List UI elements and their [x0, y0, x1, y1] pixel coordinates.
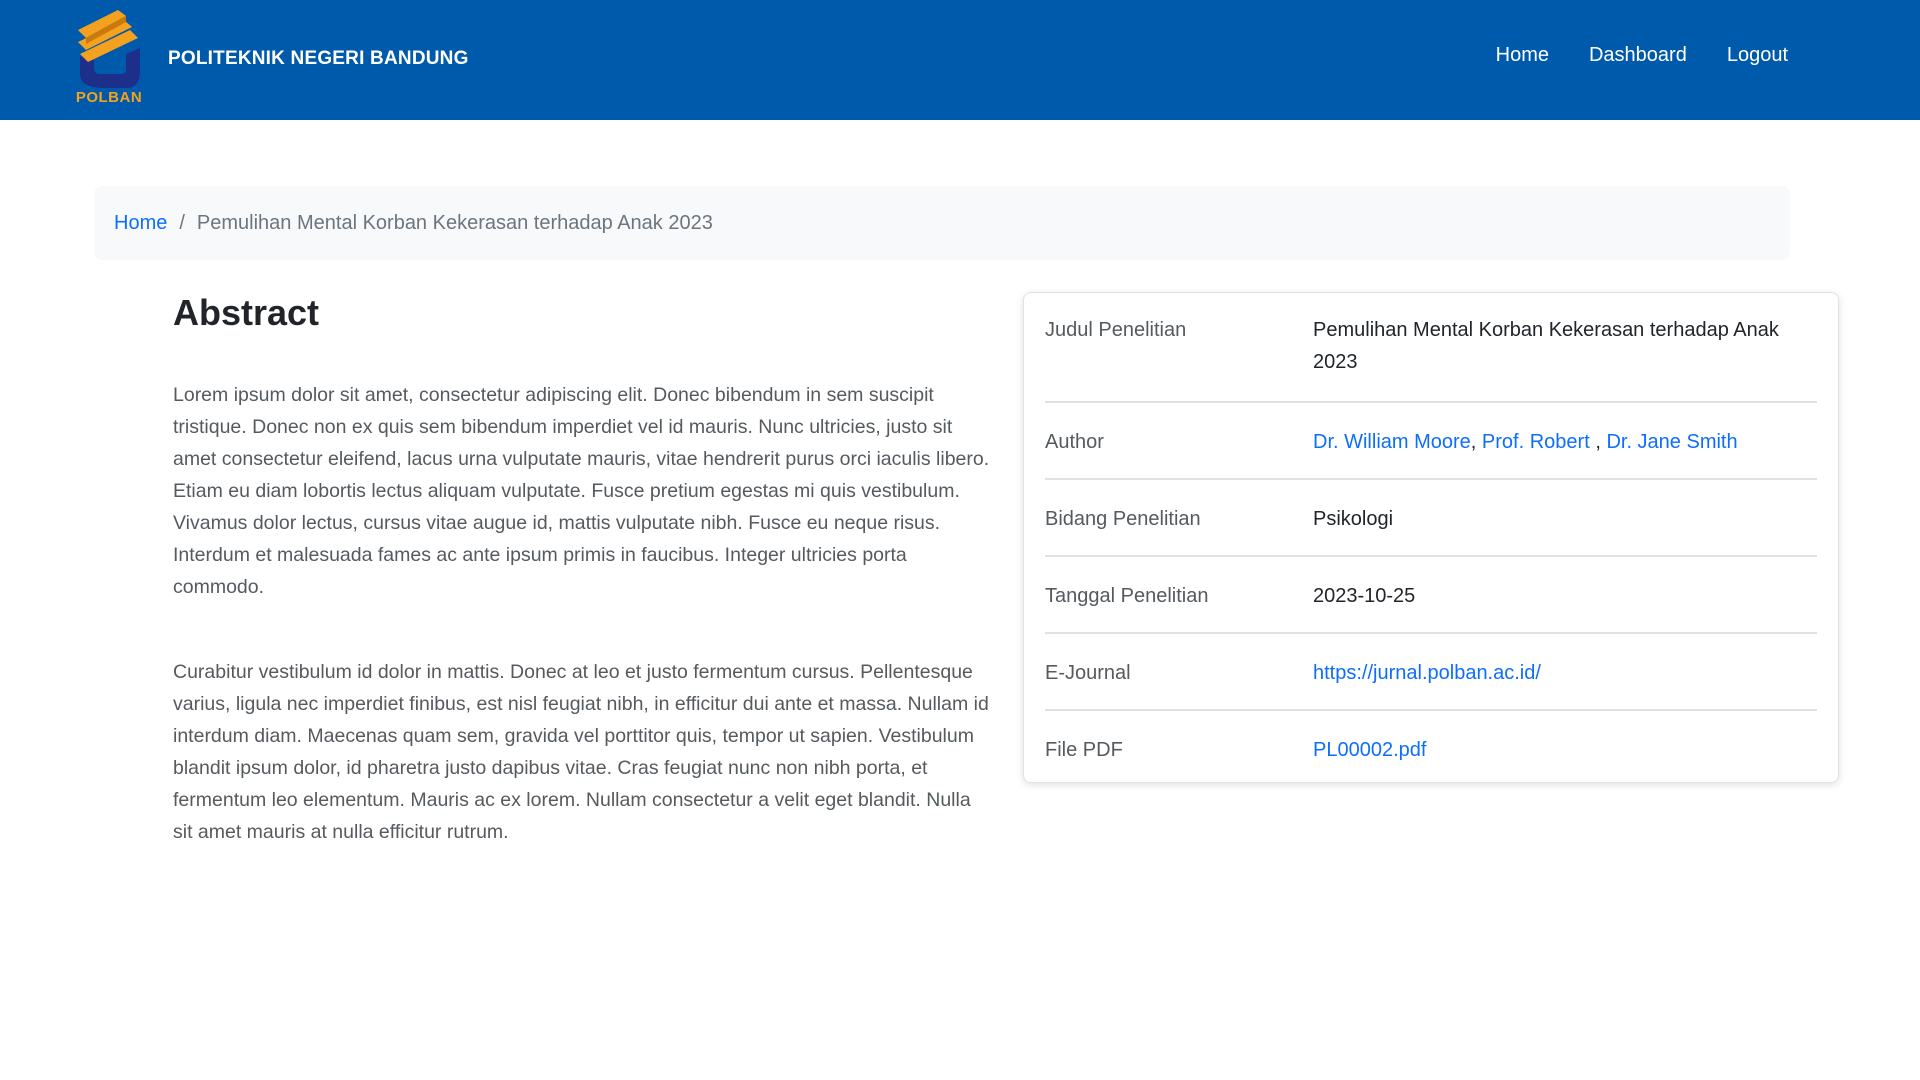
abstract-heading: Abstract: [173, 292, 320, 333]
breadcrumb-separator: /: [179, 211, 185, 234]
pdf-file-link[interactable]: PL00002.pdf: [1313, 739, 1426, 761]
nav-logout-link[interactable]: Logout: [1727, 44, 1788, 67]
breadcrumb: Home / Pemulihan Mental Korban Kekerasan…: [94, 186, 1790, 260]
polban-logo[interactable]: POLBAN: [74, 10, 144, 106]
detail-value-field: Psikologi: [1313, 508, 1394, 530]
detail-value-journal: https://jurnal.polban.ac.id/: [1313, 657, 1817, 689]
detail-label-field: Bidang Penelitian: [1045, 508, 1201, 530]
author-link-1[interactable]: Dr. William Moore: [1313, 431, 1471, 453]
detail-label-author: Author: [1045, 431, 1104, 453]
nav-home-link[interactable]: Home: [1496, 44, 1549, 67]
author-link-3[interactable]: Dr. Jane Smith: [1606, 431, 1737, 453]
detail-label-pdf: File PDF: [1045, 739, 1123, 761]
abstract-section: Abstract Lorem ipsum dolor sit amet, con…: [173, 292, 993, 901]
detail-row-date: Tanggal Penelitian 2023-10-25: [1045, 557, 1817, 634]
breadcrumb-current: Pemulihan Mental Korban Kekerasan terhad…: [196, 211, 713, 234]
detail-row-pdf: File PDF PL00002.pdf: [1045, 711, 1817, 786]
logo-text: POLBAN: [75, 89, 143, 106]
detail-value-pdf: PL00002.pdf: [1313, 734, 1817, 766]
main-nav: Home Dashboard Logout: [1496, 44, 1788, 67]
detail-row-title: Judul Penelitian Pemulihan Mental Korban…: [1045, 293, 1817, 403]
detail-row-field: Bidang Penelitian Psikologi: [1045, 480, 1817, 557]
top-navbar: POLBAN POLITEKNIK NEGERI BANDUNG Home Da…: [0, 0, 1920, 120]
breadcrumb-home-link[interactable]: Home: [114, 212, 167, 235]
detail-value-date: 2023-10-25: [1313, 585, 1416, 607]
abstract-paragraph-2: Curabitur vestibulum id dolor in mattis.…: [173, 661, 989, 843]
detail-label-date: Tanggal Penelitian: [1045, 585, 1209, 607]
journal-link[interactable]: https://jurnal.polban.ac.id/: [1313, 662, 1541, 684]
abstract-paragraph-1: Lorem ipsum dolor sit amet, consectetur …: [173, 384, 990, 598]
detail-value-authors: Dr. William Moore, Prof. Robert , Dr. Ja…: [1313, 431, 1738, 453]
detail-label-journal: E-Journal: [1045, 662, 1131, 684]
nav-dashboard-link[interactable]: Dashboard: [1589, 44, 1687, 67]
detail-row-author: Author Dr. William Moore, Prof. Robert ,…: [1045, 403, 1817, 480]
author-link-2[interactable]: Prof. Robert: [1482, 431, 1595, 453]
detail-value-title: Pemulihan Mental Korban Kekerasan terhad…: [1313, 319, 1779, 373]
brand[interactable]: POLBAN: [74, 10, 144, 106]
polban-logo-icon: [78, 10, 140, 88]
research-details-card: Judul Penelitian Pemulihan Mental Korban…: [1023, 292, 1839, 783]
brand-name[interactable]: POLITEKNIK NEGERI BANDUNG: [168, 48, 469, 70]
detail-row-journal: E-Journal https://jurnal.polban.ac.id/: [1045, 634, 1817, 711]
detail-label-title: Judul Penelitian: [1045, 319, 1187, 341]
